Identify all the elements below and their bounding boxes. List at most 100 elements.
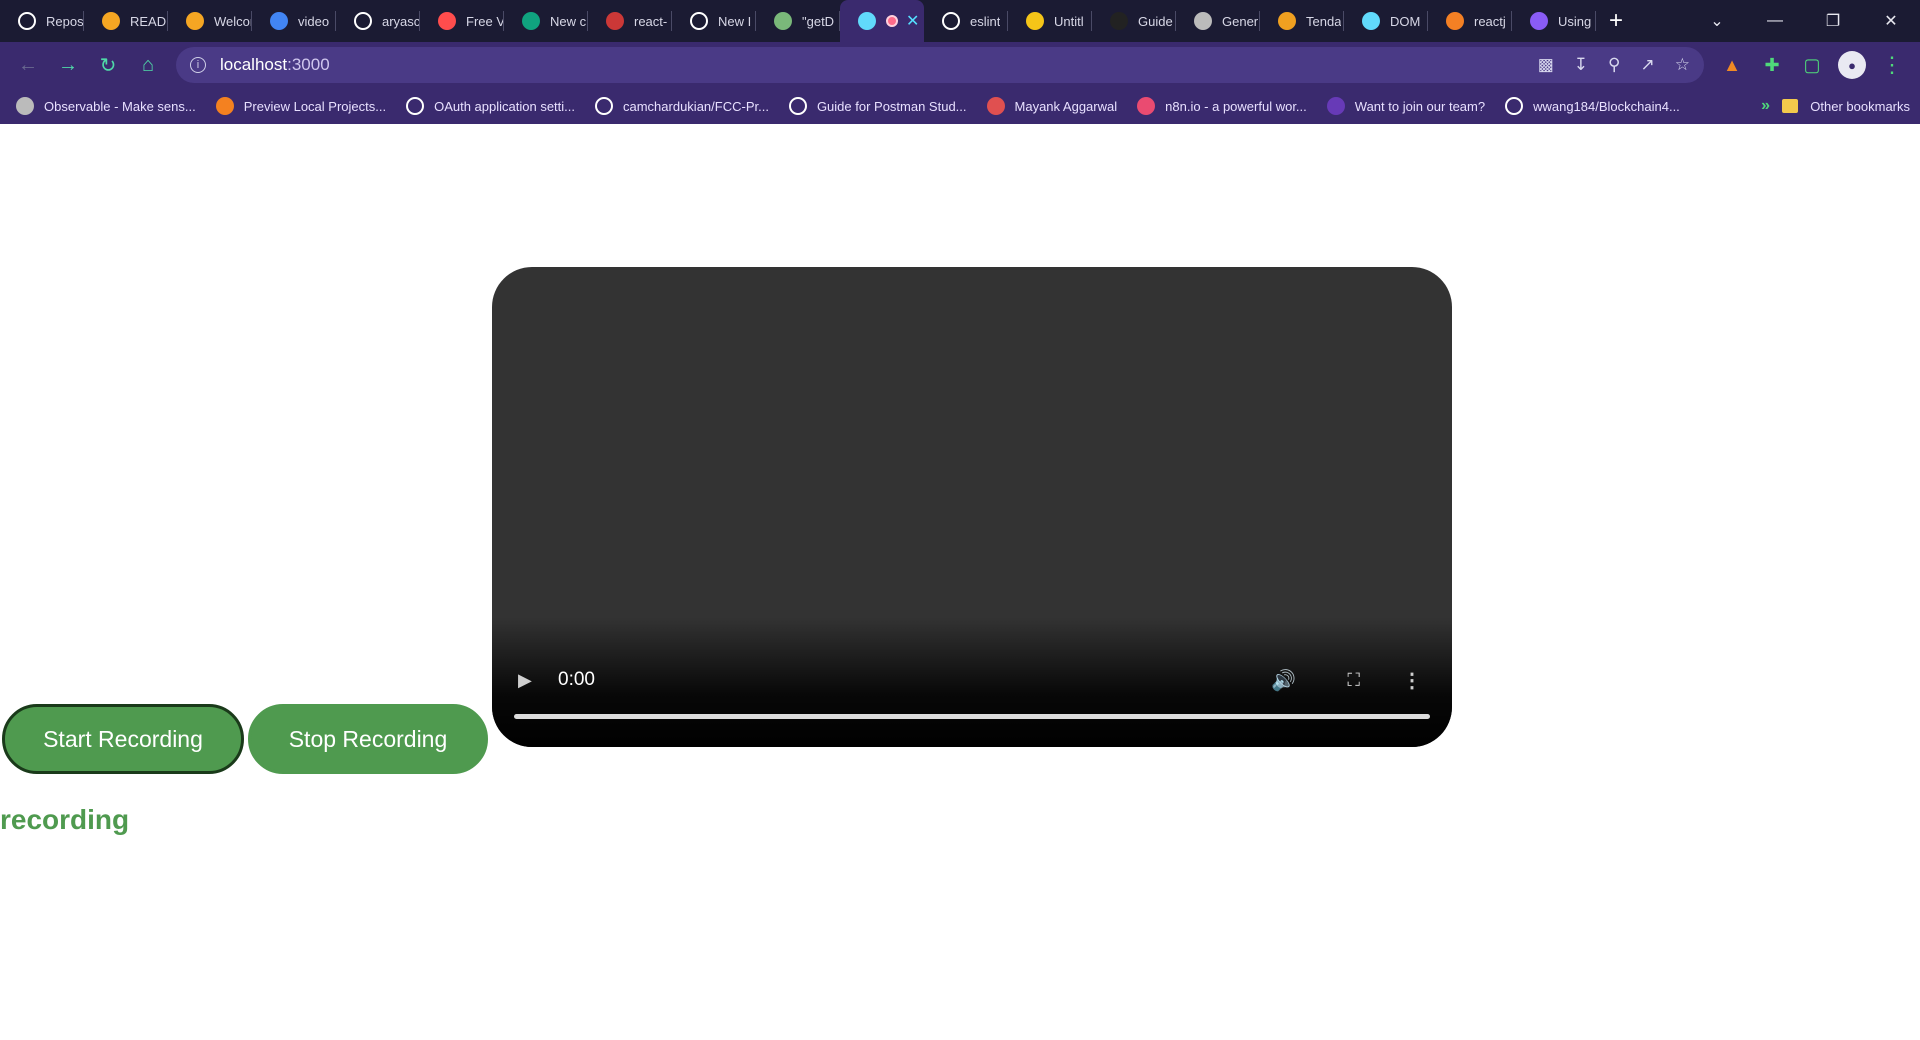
video-more-icon[interactable]: ⋮ bbox=[1402, 668, 1422, 693]
bookmark-item[interactable]: Observable - Make sens... bbox=[16, 97, 196, 115]
back-icon[interactable]: ← bbox=[8, 45, 48, 85]
astro-icon bbox=[1530, 12, 1548, 30]
zoom-icon[interactable]: ⚲ bbox=[1608, 55, 1620, 75]
bookmark-item[interactable]: camchardukian/FCC-Pr... bbox=[595, 97, 769, 115]
tab-title: react- bbox=[634, 13, 668, 29]
tab-title: eslint bbox=[970, 13, 1001, 29]
tab-title: DOM bbox=[1390, 13, 1421, 29]
bookmark-item[interactable]: Preview Local Projects... bbox=[215, 97, 387, 115]
browser-tab[interactable]: react- bbox=[588, 0, 672, 42]
browser-tab[interactable]: Tenda bbox=[1260, 0, 1344, 42]
window-controls: ⌄ — ❐ ✕ bbox=[1688, 0, 1920, 42]
tab-strip: Repos README Welcome video aryasc Free V New c… bbox=[0, 0, 1920, 42]
bookmark-item[interactable]: OAuth application setti... bbox=[406, 97, 575, 115]
browser-tab[interactable]: Untitl bbox=[1008, 0, 1092, 42]
profile-avatar[interactable]: ● bbox=[1838, 51, 1866, 79]
browser-tab[interactable]: eslint bbox=[924, 0, 1008, 42]
bookmarks-overflow-icon[interactable]: » bbox=[1761, 88, 1770, 124]
bookmark-label: camchardukian/FCC-Pr... bbox=[623, 98, 769, 114]
video-progress-bar[interactable] bbox=[514, 714, 1430, 719]
play-icon[interactable]: ▶ bbox=[518, 670, 532, 691]
camera-icon[interactable]: ▩ bbox=[1538, 55, 1554, 75]
browser-tab[interactable]: New c bbox=[504, 0, 588, 42]
tab-title: Repos bbox=[46, 13, 84, 29]
browser-tab[interactable]: aryasc bbox=[336, 0, 420, 42]
tab-title: Welcome bbox=[214, 13, 252, 29]
gitbook-icon bbox=[186, 12, 204, 30]
google-icon bbox=[270, 12, 288, 30]
tab-title: Using bbox=[1558, 13, 1592, 29]
video-player[interactable]: ▶ 0:00 🔊 ⛶ ⋮ bbox=[492, 267, 1452, 747]
close-tab-icon[interactable]: ✕ bbox=[906, 11, 919, 31]
browser-tab[interactable]: Guide bbox=[1092, 0, 1176, 42]
folder-icon bbox=[1782, 99, 1799, 113]
form-icon bbox=[1326, 97, 1345, 115]
side-panel-icon[interactable]: ▢ bbox=[1798, 51, 1826, 79]
cloudflare-icon bbox=[215, 97, 234, 115]
address-bar[interactable]: i localhost:3000 ▩ ↧ ⚲ ↗ ☆ bbox=[176, 47, 1704, 83]
bookmark-label: Observable - Make sens... bbox=[44, 98, 196, 114]
restore-icon[interactable]: ❐ bbox=[1804, 0, 1862, 42]
browser-tab[interactable]: New I bbox=[672, 0, 756, 42]
new-tab-button[interactable]: + bbox=[1596, 0, 1636, 42]
tab-title: README bbox=[130, 13, 168, 29]
bookmark-item[interactable]: n8n.io - a powerful wor... bbox=[1137, 97, 1307, 115]
tab-title: New I bbox=[718, 13, 752, 29]
tab-title: "getD bbox=[802, 13, 835, 29]
github-icon bbox=[354, 12, 372, 30]
browser-toolbar: ← → ↻ ⌂ i localhost:3000 ▩ ↧ ⚲ ↗ ☆ ▲ ✚ ▢… bbox=[0, 42, 1920, 88]
reload-icon[interactable]: ↻ bbox=[88, 45, 128, 85]
browser-tab[interactable]: Welcome bbox=[168, 0, 252, 42]
install-app-icon[interactable]: ↧ bbox=[1574, 55, 1588, 75]
browser-tab[interactable]: README bbox=[84, 0, 168, 42]
react-icon bbox=[1362, 12, 1380, 30]
browser-tab[interactable]: DOM bbox=[1344, 0, 1428, 42]
github-icon bbox=[18, 12, 36, 30]
extensions-puzzle-icon[interactable]: ✚ bbox=[1758, 51, 1786, 79]
tab-title: Tenda bbox=[1306, 13, 1342, 29]
recording-indicator-icon bbox=[886, 15, 898, 27]
bookmark-star-icon[interactable]: ☆ bbox=[1675, 55, 1690, 75]
bookmark-label: Preview Local Projects... bbox=[243, 98, 387, 114]
github-icon bbox=[406, 97, 425, 115]
browser-tab[interactable]: Using bbox=[1512, 0, 1596, 42]
tab-search-icon[interactable]: ⌄ bbox=[1688, 0, 1746, 42]
minimize-icon[interactable]: — bbox=[1746, 0, 1804, 42]
browser-tab[interactable]: reactj bbox=[1428, 0, 1512, 42]
observable-icon bbox=[16, 97, 34, 115]
video-controls: ▶ 0:00 🔊 ⛶ ⋮ bbox=[492, 663, 1452, 697]
fullscreen-icon[interactable]: ⛶ bbox=[1347, 670, 1360, 691]
browser-tab[interactable]: Gener bbox=[1176, 0, 1260, 42]
metamask-icon[interactable]: ▲ bbox=[1718, 51, 1746, 79]
tab-title: aryasc bbox=[382, 13, 420, 29]
forward-icon[interactable]: → bbox=[48, 45, 88, 85]
browser-tab[interactable]: Free V bbox=[420, 0, 504, 42]
bookmark-item[interactable]: Guide for Postman Stud... bbox=[788, 97, 967, 115]
browser-menu-icon[interactable]: ⋮ bbox=[1878, 51, 1906, 79]
browser-tab[interactable]: "getD bbox=[756, 0, 840, 42]
other-bookmarks[interactable]: Other bookmarks bbox=[1782, 88, 1910, 124]
bookmark-item[interactable]: wwang184/Blockchain4... bbox=[1505, 97, 1680, 115]
stop-recording-button[interactable]: Stop Recording bbox=[248, 704, 488, 774]
address-port: :3000 bbox=[287, 55, 330, 74]
bookmark-item[interactable]: Mayank Aggarwal bbox=[986, 97, 1117, 115]
site-info-icon[interactable]: i bbox=[190, 57, 206, 73]
start-recording-button[interactable]: Start Recording bbox=[2, 704, 244, 774]
browser-tab[interactable]: ✕ bbox=[840, 0, 924, 42]
browser-tab[interactable]: video bbox=[252, 0, 336, 42]
bookmark-label: n8n.io - a powerful wor... bbox=[1165, 98, 1307, 114]
tab-title: Gener bbox=[1222, 13, 1259, 29]
github-icon bbox=[595, 97, 613, 115]
globe-icon bbox=[1194, 12, 1212, 30]
tab-title: New c bbox=[550, 13, 587, 29]
volume-icon[interactable]: 🔊 bbox=[1271, 668, 1296, 693]
bookmark-label: Guide for Postman Stud... bbox=[816, 98, 967, 114]
browser-tab[interactable]: Repos bbox=[0, 0, 84, 42]
smiley-icon bbox=[1026, 12, 1044, 30]
close-window-icon[interactable]: ✕ bbox=[1862, 0, 1920, 42]
bookmark-item[interactable]: Want to join our team? bbox=[1326, 97, 1485, 115]
share-icon[interactable]: ↗ bbox=[1641, 55, 1655, 75]
dark-icon bbox=[1110, 12, 1128, 30]
home-icon[interactable]: ⌂ bbox=[128, 45, 168, 85]
flower-icon bbox=[1278, 12, 1296, 30]
